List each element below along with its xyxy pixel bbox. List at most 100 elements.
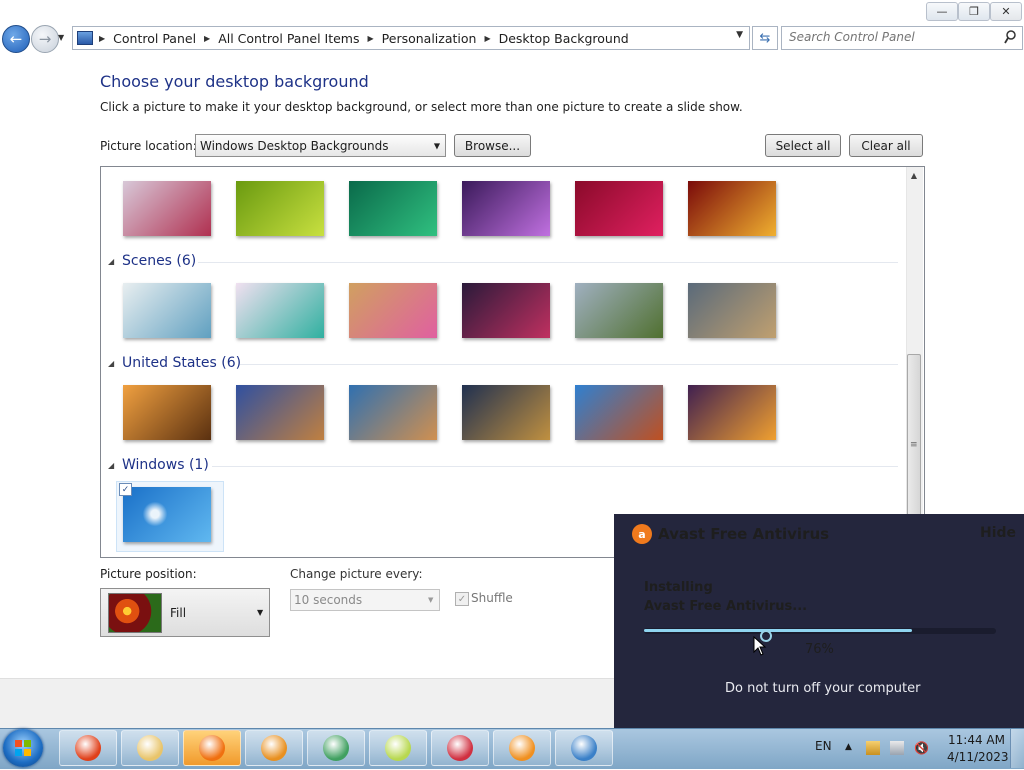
- wallpaper-thumbnail[interactable]: [123, 385, 211, 440]
- chevron-down-icon: ▼: [58, 33, 65, 42]
- cubes-icon: [323, 735, 349, 761]
- wallpaper-thumbnail[interactable]: [462, 385, 550, 440]
- wallpaper-thumbnail[interactable]: [123, 181, 211, 236]
- clock-time[interactable]: 11:44 AM: [948, 733, 1005, 747]
- windows-logo-icon: [140, 500, 170, 528]
- change-picture-dropdown[interactable]: 10 seconds: [290, 589, 440, 611]
- wallpaper-thumbnail[interactable]: [236, 181, 324, 236]
- forward-button[interactable]: →: [31, 25, 59, 53]
- group-header-united-states[interactable]: United States (6): [122, 355, 241, 371]
- picture-location-dropdown[interactable]: Windows Desktop Backgrounds ▼: [195, 134, 446, 157]
- show-hidden-icons-button[interactable]: ▲: [845, 742, 852, 752]
- group-divider: [212, 466, 898, 467]
- picture-location-label: Picture location:: [100, 139, 197, 153]
- page-subtitle: Click a picture to make it your desktop …: [100, 100, 743, 114]
- close-button[interactable]: ✕: [990, 2, 1022, 21]
- recent-pages-button[interactable]: ▼: [58, 33, 64, 42]
- taskbar-button-media-player[interactable]: [493, 730, 551, 766]
- browse-button[interactable]: Browse...: [454, 134, 531, 157]
- breadcrumb-separator-icon[interactable]: ▶: [480, 34, 494, 43]
- wallpaper-thumbnail[interactable]: [575, 181, 663, 236]
- volume-muted-icon[interactable]: 🔇: [914, 741, 929, 755]
- breadcrumb-personalization[interactable]: Personalization: [378, 31, 481, 46]
- shuffle-checkbox[interactable]: ✓: [455, 592, 469, 606]
- page-title: Choose your desktop background: [100, 72, 369, 91]
- avast-title: Avast Free Antivirus: [658, 525, 830, 543]
- wallpaper-thumbnail[interactable]: [575, 283, 663, 338]
- picture-location-value: Windows Desktop Backgrounds: [200, 138, 389, 153]
- group-header-scenes[interactable]: Scenes (6): [122, 253, 196, 269]
- hide-button[interactable]: Hide: [980, 525, 1016, 541]
- collapse-triangle-icon[interactable]: ◢: [108, 359, 114, 368]
- breadcrumb-separator-icon[interactable]: ▶: [200, 34, 214, 43]
- wallpaper-thumbnail[interactable]: [236, 385, 324, 440]
- install-status-line2: Avast Free Antivirus...: [644, 599, 808, 614]
- wallpaper-thumbnail[interactable]: [688, 181, 776, 236]
- forward-arrow-icon: →: [38, 30, 52, 48]
- refresh-button[interactable]: ⇆: [752, 26, 778, 50]
- breadcrumb-all-items[interactable]: All Control Panel Items: [214, 31, 363, 46]
- wallpaper-thumbnail[interactable]: [349, 385, 437, 440]
- wallpaper-thumbnail[interactable]: [123, 283, 211, 338]
- windows-logo-icon: [15, 740, 31, 756]
- wallpaper-thumbnail[interactable]: [688, 385, 776, 440]
- search-box[interactable]: [781, 26, 1023, 50]
- wallpaper-thumbnail[interactable]: [462, 181, 550, 236]
- action-center-icon[interactable]: [866, 741, 880, 755]
- picture-position-preview: [108, 593, 162, 633]
- wallpaper-thumbnail[interactable]: [462, 283, 550, 338]
- chevron-down-icon: ▼: [433, 141, 440, 150]
- minimize-button[interactable]: —: [926, 2, 958, 21]
- taskbar-button-snipping-tool[interactable]: [431, 730, 489, 766]
- taskbar-button-firefox[interactable]: [183, 730, 241, 766]
- breadcrumb-desktop-background[interactable]: Desktop Background: [495, 31, 633, 46]
- chevron-down-icon: ▼: [257, 608, 264, 617]
- address-bar[interactable]: ▶ Control Panel ▶ All Control Panel Item…: [72, 26, 750, 50]
- network-icon[interactable]: [890, 741, 904, 755]
- wallpaper-thumbnail[interactable]: [349, 283, 437, 338]
- scissors-icon: [447, 735, 473, 761]
- clock-date[interactable]: 4/11/2023: [947, 750, 1009, 764]
- collapse-triangle-icon[interactable]: ◢: [108, 257, 114, 266]
- collapse-triangle-icon[interactable]: ◢: [108, 461, 114, 470]
- wallpaper-thumbnail[interactable]: [349, 181, 437, 236]
- back-arrow-icon: ←: [9, 30, 23, 48]
- taskbar-button-search-tool[interactable]: [245, 730, 303, 766]
- minimize-icon: —: [936, 5, 948, 18]
- notes-icon: [385, 735, 411, 761]
- picture-position-label: Picture position:: [100, 567, 197, 581]
- breadcrumb-separator-icon[interactable]: ▶: [95, 34, 109, 43]
- scroll-up-arrow-icon[interactable]: ▲: [906, 167, 922, 183]
- wallpaper-thumbnail[interactable]: [236, 283, 324, 338]
- restore-icon: ❐: [969, 5, 979, 18]
- address-dropdown-icon[interactable]: ▼: [736, 30, 743, 40]
- search-input[interactable]: [789, 30, 989, 44]
- taskbar-button-sticky-notes[interactable]: [369, 730, 427, 766]
- breadcrumb-control-panel[interactable]: Control Panel: [109, 31, 200, 46]
- thumbnail-checkbox[interactable]: ✓: [119, 483, 132, 496]
- taskbar-button-chrome[interactable]: [59, 730, 117, 766]
- group-header-windows[interactable]: Windows (1): [122, 457, 209, 473]
- install-status-line1: Installing: [644, 580, 713, 595]
- wallpaper-thumbnail[interactable]: [688, 283, 776, 338]
- scrollbar-grip-icon: ≡: [910, 440, 918, 450]
- change-picture-label: Change picture every:: [290, 567, 423, 581]
- search-icon[interactable]: [1004, 30, 1016, 44]
- breadcrumb-separator-icon[interactable]: ▶: [364, 34, 378, 43]
- select-all-button[interactable]: Select all: [765, 134, 841, 157]
- taskbar-button-file-explorer[interactable]: [121, 730, 179, 766]
- back-button[interactable]: ←: [2, 25, 30, 53]
- taskbar-button-package-tool[interactable]: [307, 730, 365, 766]
- folder-icon: [137, 735, 163, 761]
- control-panel-icon: [571, 735, 597, 761]
- control-panel-icon: [77, 31, 93, 45]
- clear-all-button[interactable]: Clear all: [849, 134, 923, 157]
- restore-button[interactable]: ❐: [958, 2, 990, 21]
- show-desktop-button[interactable]: [1010, 729, 1024, 768]
- taskbar-button-control-panel[interactable]: [555, 730, 613, 766]
- start-button[interactable]: [3, 729, 43, 767]
- firefox-icon: [199, 735, 225, 761]
- progress-fill: [644, 629, 912, 632]
- wallpaper-thumbnail[interactable]: [575, 385, 663, 440]
- language-indicator[interactable]: EN: [815, 739, 832, 753]
